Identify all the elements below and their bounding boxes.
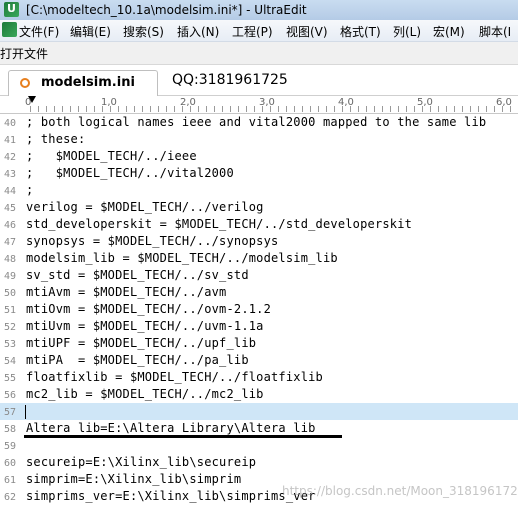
tab-modelsim-ini[interactable]: modelsim.ini [8, 70, 158, 96]
code-text: mtiAvm = $MODEL_TECH/../avm [26, 285, 227, 299]
code-text: ; [26, 183, 34, 197]
current-line[interactable]: 57 [0, 403, 518, 420]
tab-label: modelsim.ini [41, 75, 135, 90]
editor-area[interactable]: 40 ; both logical names ieee and vital200… [0, 114, 518, 509]
line-number: 55 [4, 373, 17, 384]
line-number: 48 [4, 254, 17, 265]
menu-search[interactable]: 搜索(S) [123, 23, 164, 40]
code-line: 55 floatfixlib = $MODEL_TECH/../floatfixl… [0, 369, 518, 386]
ultraedit-app-icon [4, 2, 19, 17]
line-number: 60 [4, 458, 17, 469]
code-text: ; $MODEL_TECH/../vital2000 [26, 166, 234, 180]
code-text: sv_std = $MODEL_TECH/../sv_std [26, 268, 249, 282]
menu-view[interactable]: 视图(V) [286, 23, 328, 40]
code-line: 46 std_developerskit = $MODEL_TECH/../std… [0, 216, 518, 233]
code-line: 53 mtiUPF = $MODEL_TECH/../upf_lib [0, 335, 518, 352]
line-number: 51 [4, 305, 17, 316]
line-number: 42 [4, 152, 17, 163]
code-text: ; these: [26, 132, 86, 146]
code-text: mtiPA = $MODEL_TECH/../pa_lib [26, 353, 249, 367]
code-line: 56 mc2_lib = $MODEL_TECH/../mc2_lib [0, 386, 518, 403]
code-text: simprim=E:\Xilinx_lib\simprim [26, 472, 242, 486]
code-line: 54 mtiPA = $MODEL_TECH/../pa_lib [0, 352, 518, 369]
code-line: 59 [0, 437, 518, 454]
line-number: 43 [4, 169, 17, 180]
line-number: 50 [4, 288, 17, 299]
code-text: Altera lib=E:\Altera Library\Altera lib [26, 421, 316, 435]
code-line: 44; [0, 182, 518, 199]
menu-macro[interactable]: 宏(M) [433, 23, 465, 40]
code-text: modelsim_lib = $MODEL_TECH/../modelsim_l… [26, 251, 338, 265]
line-number: 40 [4, 118, 17, 129]
code-text: floatfixlib = $MODEL_TECH/../floatfixlib [26, 370, 323, 384]
modified-dot-icon [20, 78, 30, 88]
menu-column[interactable]: 列(L) [393, 23, 421, 40]
handwritten-underline [24, 435, 342, 438]
code-line: 51 mtiOvm = $MODEL_TECH/../ovm-2.1.2 [0, 301, 518, 318]
line-number: 52 [4, 322, 17, 333]
code-text: secureip=E:\Xilinx_lib\secureip [26, 455, 257, 469]
open-file-button[interactable]: 打开文件 [0, 45, 48, 62]
line-number: 54 [4, 356, 17, 367]
line-number: 46 [4, 220, 17, 231]
line-number: 56 [4, 390, 17, 401]
qq-text: QQ:3181961725 [172, 72, 288, 88]
code-line: 45 verilog = $MODEL_TECH/../verilog [0, 199, 518, 216]
text-cursor [25, 405, 26, 419]
code-line: 49 sv_std = $MODEL_TECH/../sv_std [0, 267, 518, 284]
document-icon[interactable] [2, 22, 17, 37]
code-line: 60 secureip=E:\Xilinx_lib\secureip [0, 454, 518, 471]
code-line: 47 synopsys = $MODEL_TECH/../synopsys [0, 233, 518, 250]
line-number: 59 [4, 441, 17, 452]
menu-bar: 文件(F) 编辑(E) 搜索(S) 插入(N) 工程(P) 视图(V) 格式(T… [0, 20, 518, 42]
code-text: ; $MODEL_TECH/../ieee [26, 149, 197, 163]
tab-strip: modelsim.ini QQ:3181961725 [0, 65, 518, 96]
code-line: 40 ; both logical names ieee and vital200… [0, 114, 518, 131]
line-number: 57 [4, 407, 17, 418]
code-text: mtiUPF = $MODEL_TECH/../upf_lib [26, 336, 257, 350]
code-text: mtiUvm = $MODEL_TECH/../uvm-1.1a [26, 319, 264, 333]
code-line: 52 mtiUvm = $MODEL_TECH/../uvm-1.1a [0, 318, 518, 335]
line-number: 47 [4, 237, 17, 248]
line-number: 44 [4, 186, 17, 197]
toolbar: 打开文件 [0, 42, 518, 65]
code-text: ; both logical names ieee and vital2000 … [26, 115, 487, 129]
code-text: mtiOvm = $MODEL_TECH/../ovm-2.1.2 [26, 302, 272, 316]
code-text: mc2_lib = $MODEL_TECH/../mc2_lib [26, 387, 264, 401]
line-number: 41 [4, 135, 17, 146]
window-title: [C:\modeltech_10.1a\modelsim.ini*] - Ult… [26, 3, 307, 17]
code-line: 42 ; $MODEL_TECH/../ieee [0, 148, 518, 165]
code-text: std_developerskit = $MODEL_TECH/../std_d… [26, 217, 413, 231]
line-number: 45 [4, 203, 17, 214]
menu-format[interactable]: 格式(T) [340, 23, 381, 40]
watermark: https://blog.csdn.net/Moon_3181961725 [282, 484, 518, 498]
line-number: 61 [4, 475, 17, 486]
code-line: 41 ; these: [0, 131, 518, 148]
code-text: simprims_ver=E:\Xilinx_lib\simprims_ver [26, 489, 316, 503]
code-text: verilog = $MODEL_TECH/../verilog [26, 200, 264, 214]
code-line: 50 mtiAvm = $MODEL_TECH/../avm [0, 284, 518, 301]
ruler-ticks [30, 106, 518, 112]
code-text: synopsys = $MODEL_TECH/../synopsys [26, 234, 279, 248]
menu-edit[interactable]: 编辑(E) [70, 23, 111, 40]
code-line: 43 ; $MODEL_TECH/../vital2000 [0, 165, 518, 182]
ruler: 0 1,0 2,0 3,0 4,0 5,0 6,0 [0, 96, 518, 114]
menu-insert[interactable]: 插入(N) [177, 23, 219, 40]
line-number: 53 [4, 339, 17, 350]
title-bar: [C:\modeltech_10.1a\modelsim.ini*] - Ult… [0, 0, 518, 20]
line-number: 49 [4, 271, 17, 282]
code-line: 48 modelsim_lib = $MODEL_TECH/../modelsim… [0, 250, 518, 267]
menu-script[interactable]: 脚本(I [479, 23, 511, 40]
line-number: 62 [4, 492, 17, 503]
menu-file[interactable]: 文件(F) [19, 23, 59, 40]
menu-project[interactable]: 工程(P) [232, 23, 273, 40]
line-number: 58 [4, 424, 17, 435]
